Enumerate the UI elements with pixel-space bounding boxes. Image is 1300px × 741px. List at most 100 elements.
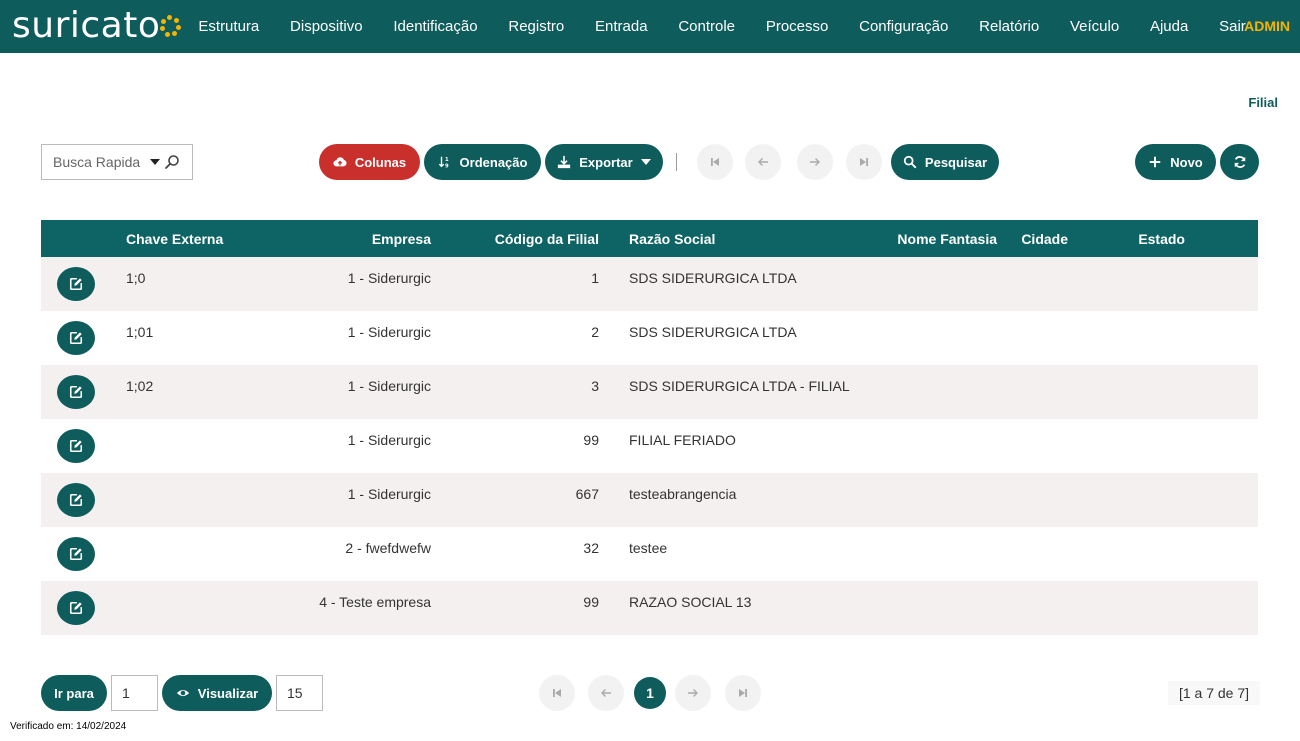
page-size-input[interactable]: [276, 675, 323, 711]
cell-empresa: 1 - Siderurgic: [347, 432, 431, 448]
search-button[interactable]: Pesquisar: [891, 144, 999, 180]
edit-button[interactable]: [57, 375, 95, 409]
nav-entrada[interactable]: Entrada: [580, 18, 663, 35]
svg-text:9: 9: [445, 163, 449, 169]
verified-date: Verificado em: 14/02/2024: [10, 721, 127, 732]
cell-codigo-filial: 99: [583, 432, 599, 448]
search-label: Pesquisar: [924, 154, 988, 170]
cell-estado: [1068, 257, 1185, 270]
table-header: Chave Externa Empresa Código da Filial R…: [41, 220, 1258, 257]
cell-cidade: [997, 257, 1068, 270]
view-label: Visualizar: [197, 685, 259, 701]
nav-dispositivo[interactable]: Dispositivo: [275, 18, 378, 35]
plus-icon: [1150, 156, 1161, 168]
cell-codigo-filial: 32: [583, 540, 599, 556]
export-button[interactable]: Exportar: [545, 144, 663, 180]
header-razao-social[interactable]: Razão Social: [599, 231, 881, 247]
cell-empresa: 1 - Siderurgic: [347, 270, 431, 286]
header-codigo-filial[interactable]: Código da Filial: [431, 231, 599, 247]
cell-actions: [41, 581, 111, 635]
cell-cidade: [997, 311, 1068, 324]
header-actions: [41, 220, 111, 257]
cell-estado: [1068, 473, 1185, 486]
edit-button[interactable]: [57, 267, 95, 301]
nav-ajuda[interactable]: Ajuda: [1135, 18, 1204, 35]
cell-cidade: [997, 581, 1068, 594]
edit-icon: [69, 277, 83, 291]
nav-controle[interactable]: Controle: [663, 18, 750, 35]
header-empresa[interactable]: Empresa: [231, 231, 431, 247]
cell-empresa: 2 - fwefdwefw: [345, 540, 431, 556]
last-page-button[interactable]: [846, 144, 882, 180]
edit-button[interactable]: [57, 321, 95, 355]
nav-estrutura[interactable]: Estrutura: [183, 18, 275, 35]
cell-chave-externa: [111, 581, 231, 594]
goto-page-input[interactable]: [111, 675, 158, 711]
nav-relatorio[interactable]: Relatório: [964, 18, 1055, 35]
arrow-left-icon: [601, 689, 611, 697]
nav-processo[interactable]: Processo: [750, 18, 843, 35]
order-button[interactable]: 19 Ordenação: [424, 144, 541, 180]
user-menu[interactable]: ADMIN: [1244, 18, 1290, 34]
edit-button[interactable]: [57, 483, 95, 517]
skip-first-icon: [711, 158, 719, 166]
table-body: 1;0 1 - Siderurgic 1 SDS SIDERURGICA LTDA 1;…: [41, 257, 1258, 635]
edit-button[interactable]: [57, 591, 95, 625]
footer-next-page-button[interactable]: [675, 675, 711, 711]
cell-razao-social: SDS SIDERURGICA LTDA: [629, 270, 797, 286]
cell-codigo-filial: 667: [575, 486, 599, 502]
header-cidade[interactable]: Cidade: [997, 231, 1068, 247]
cell-codigo-filial: 2: [591, 324, 599, 340]
nav-identificacao[interactable]: Identificação: [378, 18, 493, 35]
search-icon[interactable]: [164, 154, 180, 170]
edit-button[interactable]: [57, 429, 95, 463]
cell-nome-fantasia: [881, 473, 997, 486]
toolbar-divider: [676, 153, 677, 171]
edit-icon: [69, 493, 83, 507]
footer-first-page-button[interactable]: [539, 675, 575, 711]
quick-search-input[interactable]: [53, 154, 148, 170]
cloud-upload-icon: [333, 157, 347, 167]
cell-cidade: [997, 419, 1068, 432]
edit-icon: [69, 385, 83, 399]
cell-estado: [1068, 311, 1185, 324]
cell-cidade: [997, 527, 1068, 540]
cell-nome-fantasia: [881, 581, 997, 594]
nav-registro[interactable]: Registro: [493, 18, 580, 35]
export-label: Exportar: [579, 154, 633, 170]
first-page-button[interactable]: [697, 144, 733, 180]
nav-veiculo[interactable]: Veículo: [1055, 18, 1135, 35]
prev-page-button[interactable]: [745, 144, 781, 180]
goto-button[interactable]: Ir para: [41, 675, 107, 711]
view-button[interactable]: Visualizar: [162, 675, 272, 711]
footer-prev-page-button[interactable]: [588, 675, 624, 711]
cell-nome-fantasia: [881, 365, 997, 378]
footer-last-page-button[interactable]: [725, 675, 761, 711]
edit-button[interactable]: [57, 537, 95, 571]
nav-configuracao[interactable]: Configuração: [844, 18, 964, 35]
columns-button[interactable]: Colunas: [319, 144, 420, 180]
refresh-button[interactable]: [1220, 144, 1259, 180]
svg-text:1: 1: [445, 157, 449, 163]
logo-text: suricato: [12, 5, 161, 46]
new-button[interactable]: Novo: [1135, 144, 1216, 180]
page-title: Filial: [1248, 95, 1278, 110]
header-chave-externa[interactable]: Chave Externa: [111, 231, 231, 247]
next-page-button[interactable]: [797, 144, 833, 180]
logo-dots-icon: [159, 15, 182, 37]
cell-chave-externa: [111, 419, 231, 432]
quick-search: [41, 144, 193, 180]
logo[interactable]: suricato: [12, 4, 182, 48]
cell-empresa: 1 - Siderurgic: [347, 378, 431, 394]
cell-chave-externa: [111, 473, 231, 486]
current-page-button[interactable]: 1: [634, 677, 666, 709]
arrow-right-icon: [810, 158, 820, 166]
header-estado[interactable]: Estado: [1068, 231, 1185, 247]
edit-icon: [69, 547, 83, 561]
caret-down-icon[interactable]: [150, 159, 160, 165]
arrow-right-icon: [688, 689, 698, 697]
cell-nome-fantasia: [881, 419, 997, 432]
cell-codigo-filial: 3: [591, 378, 599, 394]
header-nome-fantasia[interactable]: Nome Fantasia: [881, 231, 997, 247]
table-row: 4 - Teste empresa 99 RAZAO SOCIAL 13: [41, 581, 1258, 635]
